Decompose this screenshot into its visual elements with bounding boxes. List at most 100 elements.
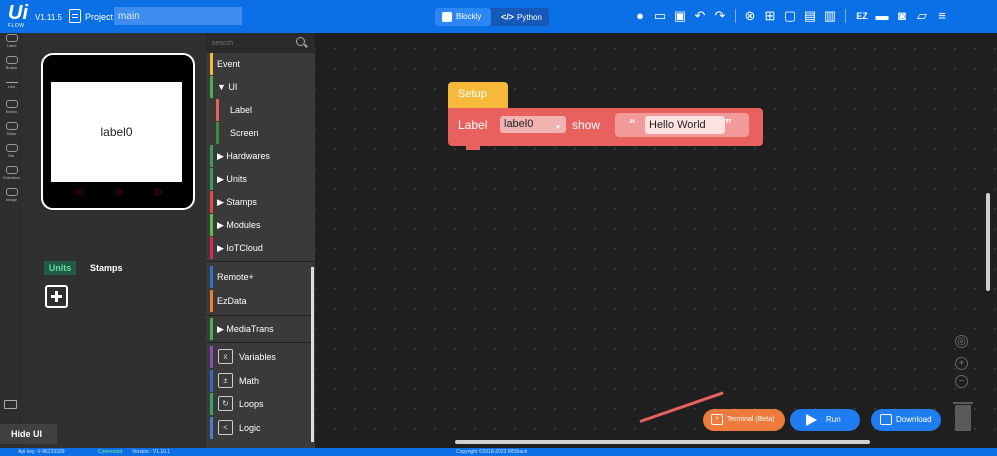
open-folder-icon[interactable]: ▢ (782, 7, 798, 25)
category-iotcloud[interactable]: ▶ IoTCloud (206, 237, 311, 259)
category-ui-label[interactable]: Label (206, 99, 311, 121)
setup-block[interactable]: Setup (448, 82, 508, 108)
quote-open-icon: “ (629, 116, 636, 131)
logic-icon: < (218, 420, 233, 435)
top-bar: Ui FLOW V1.11.5 Project Blockly </>Pytho… (0, 0, 997, 33)
comment-icon[interactable]: ▱ (914, 7, 930, 25)
button-tool-icon (5, 56, 18, 64)
switch-tool[interactable]: Switch (0, 99, 23, 119)
category-scrollbar[interactable] (311, 267, 314, 442)
category-color-bar (210, 168, 213, 190)
device-button-c (155, 189, 161, 195)
add-unit-button[interactable] (45, 285, 68, 308)
keyboard-icon[interactable]: ▭ (652, 7, 668, 25)
bar-tool[interactable]: Bar (0, 143, 23, 163)
category-color-bar (210, 191, 213, 213)
download-button[interactable]: Download (871, 409, 941, 431)
category-variables[interactable]: x Variables (206, 346, 311, 368)
screen-icon[interactable]: ▣ (672, 7, 688, 25)
category-color-bar (210, 214, 213, 236)
category-ui-screen[interactable]: Screen (206, 122, 311, 144)
hide-ui-button[interactable]: Hide UI (0, 424, 57, 444)
toolbar-divider (735, 9, 736, 23)
device-screen[interactable]: label0 (51, 82, 182, 182)
zoom-in-icon[interactable]: + (955, 357, 968, 370)
new-file-icon[interactable]: ⊞ (762, 7, 778, 25)
category-ui[interactable]: ▼ UI (206, 76, 311, 98)
string-block[interactable]: “ Hello World ” (615, 113, 749, 137)
label-show-block[interactable]: Label label0 ▼ show “ Hello World ” (448, 108, 763, 150)
project-icon[interactable] (69, 9, 81, 23)
block-show-text: show (572, 118, 601, 132)
stamps-tab[interactable]: Stamps (90, 261, 123, 275)
ezdata-icon[interactable]: EZ (854, 7, 870, 25)
category-logic[interactable]: < Logic (206, 417, 311, 439)
ui-widget-toolbar: Label Button Line Switch Slider Bar Chec… (0, 33, 23, 448)
api-key-text: Api key: ⚲ 86233339 (18, 449, 65, 455)
connect-icon[interactable]: ⊗ (742, 7, 758, 25)
run-button[interactable]: Run (790, 409, 860, 431)
label-tool-icon (5, 34, 18, 42)
save-icon[interactable]: ▤ (802, 7, 818, 25)
category-color-bar (210, 393, 213, 415)
category-divider (206, 261, 315, 262)
app-version: V1.11.5 (35, 13, 62, 22)
category-loops[interactable]: ↻ Loops (206, 393, 311, 415)
image-tool[interactable]: Image (0, 187, 23, 207)
logo-subtext: FLOW (8, 23, 25, 29)
python-mode-button[interactable]: </> Python (501, 8, 542, 26)
loops-icon: ↻ (218, 396, 233, 411)
category-search-input[interactable] (212, 37, 292, 49)
terminal-button[interactable]: > Terminal (Beta) (703, 409, 785, 431)
uiflow-logo: Ui FLOW (8, 2, 32, 30)
blockly-label: Blockly (456, 12, 482, 21)
blockly-mode-button[interactable]: Blockly (435, 8, 491, 26)
screen-label0[interactable]: label0 (51, 125, 182, 139)
category-ezdata[interactable]: EzData (206, 290, 311, 312)
category-math[interactable]: ± Math (206, 370, 311, 392)
keyboard-toggle-icon[interactable] (4, 400, 17, 409)
category-hardwares[interactable]: ▶ Hardwares (206, 145, 311, 167)
label-target-dropdown[interactable]: label0 ▼ (500, 116, 566, 133)
logo-text: Ui (8, 2, 28, 24)
line-tool[interactable]: Line (0, 77, 23, 97)
string-value-field[interactable]: Hello World (645, 116, 725, 134)
category-color-bar (210, 417, 213, 439)
block-connector (466, 146, 480, 150)
device-buttons (73, 189, 163, 195)
category-color-bar (210, 370, 213, 392)
undo-icon[interactable]: ↶ (692, 7, 708, 25)
dropdown-arrow-icon: ▼ (555, 125, 561, 131)
search-icon[interactable] (296, 37, 305, 46)
zoom-out-icon[interactable]: − (955, 375, 968, 388)
menu-icon[interactable]: ≡ (934, 7, 950, 25)
units-tab[interactable]: Units (44, 261, 76, 275)
image-tool-icon (5, 188, 18, 196)
category-modules[interactable]: ▶ Modules (206, 214, 311, 236)
workspace-vertical-scrollbar[interactable] (986, 193, 990, 291)
remote-icon[interactable]: ▬ (874, 7, 890, 25)
workspace-horizontal-scrollbar[interactable] (455, 440, 870, 444)
button-tool[interactable]: Button (0, 55, 23, 75)
project-name-input[interactable] (114, 7, 242, 25)
trash-icon[interactable] (953, 402, 973, 431)
label-tool[interactable]: Label (0, 33, 23, 53)
code-tag-icon: </> (501, 12, 515, 22)
category-units[interactable]: ▶ Units (206, 168, 311, 190)
blockly-workspace[interactable]: Setup Label label0 ▼ show “ Hello World ”… (315, 33, 997, 448)
zoom-reset-icon[interactable]: ◎ (955, 335, 968, 348)
category-mediatrans[interactable]: ▶ MediaTrans (206, 318, 311, 340)
checkbox-tool[interactable]: Checkbox (0, 165, 23, 185)
save-as-icon[interactable]: ▥ (822, 7, 838, 25)
project-label[interactable]: Project (85, 12, 113, 22)
slider-tool[interactable]: Slider (0, 121, 23, 141)
user-icon[interactable]: ● (632, 7, 648, 25)
category-event[interactable]: Event (206, 53, 311, 75)
category-remote[interactable]: Remote+ (206, 266, 311, 288)
code-icon[interactable]: ◙ (894, 7, 910, 25)
category-stamps[interactable]: ▶ Stamps (206, 191, 311, 213)
category-color-bar (210, 76, 213, 98)
redo-icon[interactable]: ↷ (712, 7, 728, 25)
connection-status: Connected (98, 449, 123, 455)
line-tool-icon (5, 82, 18, 83)
